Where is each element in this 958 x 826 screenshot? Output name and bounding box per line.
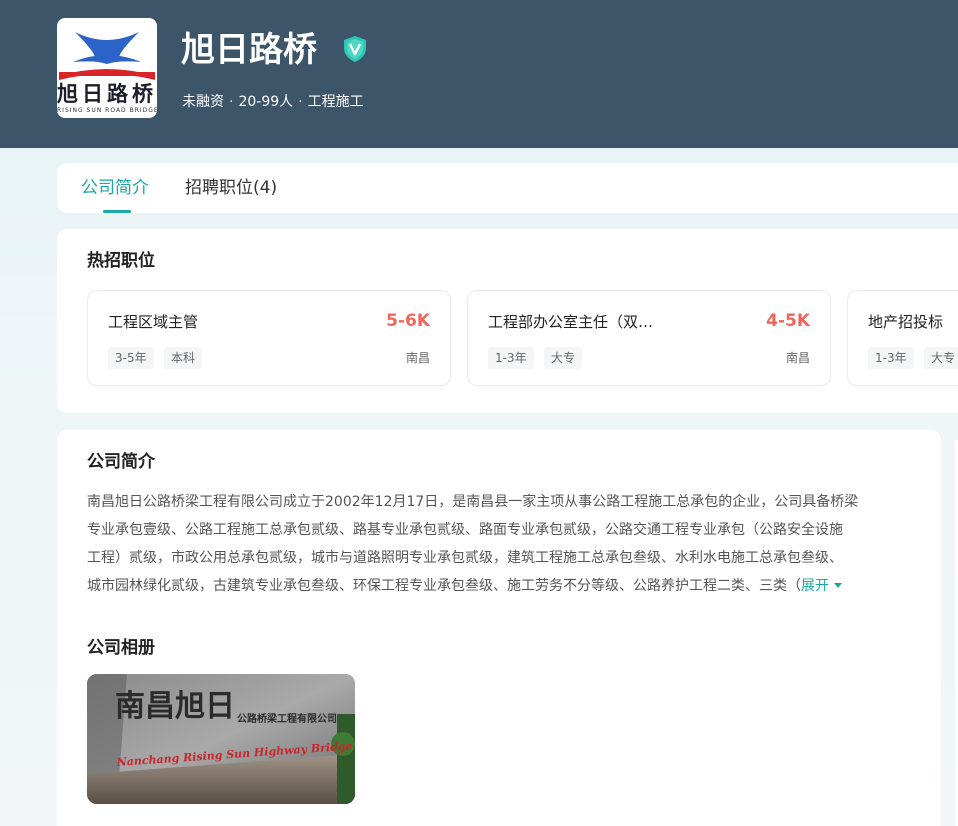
active-tab-indicator bbox=[103, 210, 131, 213]
company-industry: 工程施工 bbox=[307, 94, 364, 110]
intro-line: 工程）贰级，市政公用总承包贰级，城市与道路照明专业承包贰级，建筑工程施工总承包叁… bbox=[87, 550, 843, 566]
intro-line: 专业承包壹级、公路工程施工总承包贰级、路基专业承包贰级、路面专业承包贰级，公路交… bbox=[87, 522, 843, 538]
expand-label: 展开 bbox=[801, 578, 829, 594]
company-name: 旭日路桥 bbox=[181, 30, 317, 70]
separator-dot: · bbox=[298, 94, 303, 110]
job-education-tag: 大专 bbox=[924, 347, 958, 369]
job-city: 南昌 bbox=[405, 351, 430, 365]
job-card[interactable]: 工程区域主管 5-6K 3-5年 本科 南昌 bbox=[87, 290, 451, 386]
intro-line: 城市园林绿化贰级，古建筑专业承包叁级、环保工程专业承包叁级、施工劳务不分等级、公… bbox=[87, 578, 801, 594]
expand-button[interactable]: 展开 bbox=[801, 578, 842, 594]
job-salary: 4-5K bbox=[766, 311, 810, 331]
tab-company-intro[interactable]: 公司简介 bbox=[81, 176, 149, 200]
company-header: 旭日路桥 RISING SUN ROAD BRIDGE 旭日路桥 未融资 · 20-… bbox=[0, 0, 958, 148]
job-card[interactable]: 工程部办公室主任（双… 4-5K 1-3年 大专 南昌 bbox=[467, 290, 831, 386]
job-education-tag: 本科 bbox=[164, 347, 203, 369]
logo-subtext: RISING SUN ROAD BRIDGE bbox=[57, 107, 157, 114]
company-intro-panel: 公司简介 南昌旭日公路桥梁工程有限公司成立于2002年12月17日，是南昌县一家… bbox=[57, 430, 941, 826]
hot-jobs-panel: 热招职位 工程区域主管 5-6K 3-5年 本科 南昌 工程部办公室主任（双… … bbox=[57, 229, 958, 413]
shield-v-icon bbox=[344, 36, 366, 62]
album-photo-image: 南昌旭日 公路桥梁工程有限公司 Nanchang Rising Sun High… bbox=[87, 674, 355, 804]
funding-stage: 未融资 bbox=[182, 94, 224, 110]
job-city: 南昌 bbox=[785, 351, 810, 365]
intro-line-last: 城市园林绿化贰级，古建筑专业承包叁级、环保工程专业承包叁级、施工劳务不分等级、公… bbox=[87, 572, 917, 600]
tab-bar: 公司简介 招聘职位(4) bbox=[57, 163, 958, 213]
intro-title: 公司简介 bbox=[87, 452, 155, 472]
job-title: 工程部办公室主任（双… bbox=[488, 313, 654, 331]
job-experience-tag: 3-5年 bbox=[108, 347, 154, 369]
job-card[interactable]: 地产招投标 1-3年 大专 bbox=[847, 290, 958, 386]
album-photo[interactable]: 南昌旭日 公路桥梁工程有限公司 Nanchang Rising Sun High… bbox=[87, 674, 355, 804]
photo-sign-cn-small: 公路桥梁工程有限公司 bbox=[237, 712, 337, 725]
album-title: 公司相册 bbox=[87, 638, 155, 658]
job-salary: 5-6K bbox=[386, 311, 430, 331]
intro-line: 南昌旭日公路桥梁工程有限公司成立于2002年12月17日，是南昌县一家主项从事公… bbox=[87, 494, 859, 510]
job-title: 工程区域主管 bbox=[108, 313, 199, 331]
company-logo: 旭日路桥 RISING SUN ROAD BRIDGE bbox=[57, 18, 157, 118]
company-size: 20-99人 bbox=[238, 94, 294, 110]
hot-jobs-title: 热招职位 bbox=[87, 251, 155, 271]
intro-text: 南昌旭日公路桥梁工程有限公司成立于2002年12月17日，是南昌县一家主项从事公… bbox=[87, 488, 917, 600]
caret-down-icon bbox=[834, 583, 842, 588]
photo-sign-cn: 南昌旭日 bbox=[115, 689, 235, 724]
job-experience-tag: 1-3年 bbox=[488, 347, 534, 369]
separator-dot: · bbox=[229, 94, 234, 110]
company-meta: 未融资 · 20-99人 · 工程施工 bbox=[182, 92, 364, 112]
job-experience-tag: 1-3年 bbox=[868, 347, 914, 369]
tab-job-positions[interactable]: 招聘职位(4) bbox=[185, 176, 277, 200]
logo-text: 旭日路桥 bbox=[57, 81, 157, 106]
job-title: 地产招投标 bbox=[868, 313, 944, 331]
job-education-tag: 大专 bbox=[544, 347, 583, 369]
